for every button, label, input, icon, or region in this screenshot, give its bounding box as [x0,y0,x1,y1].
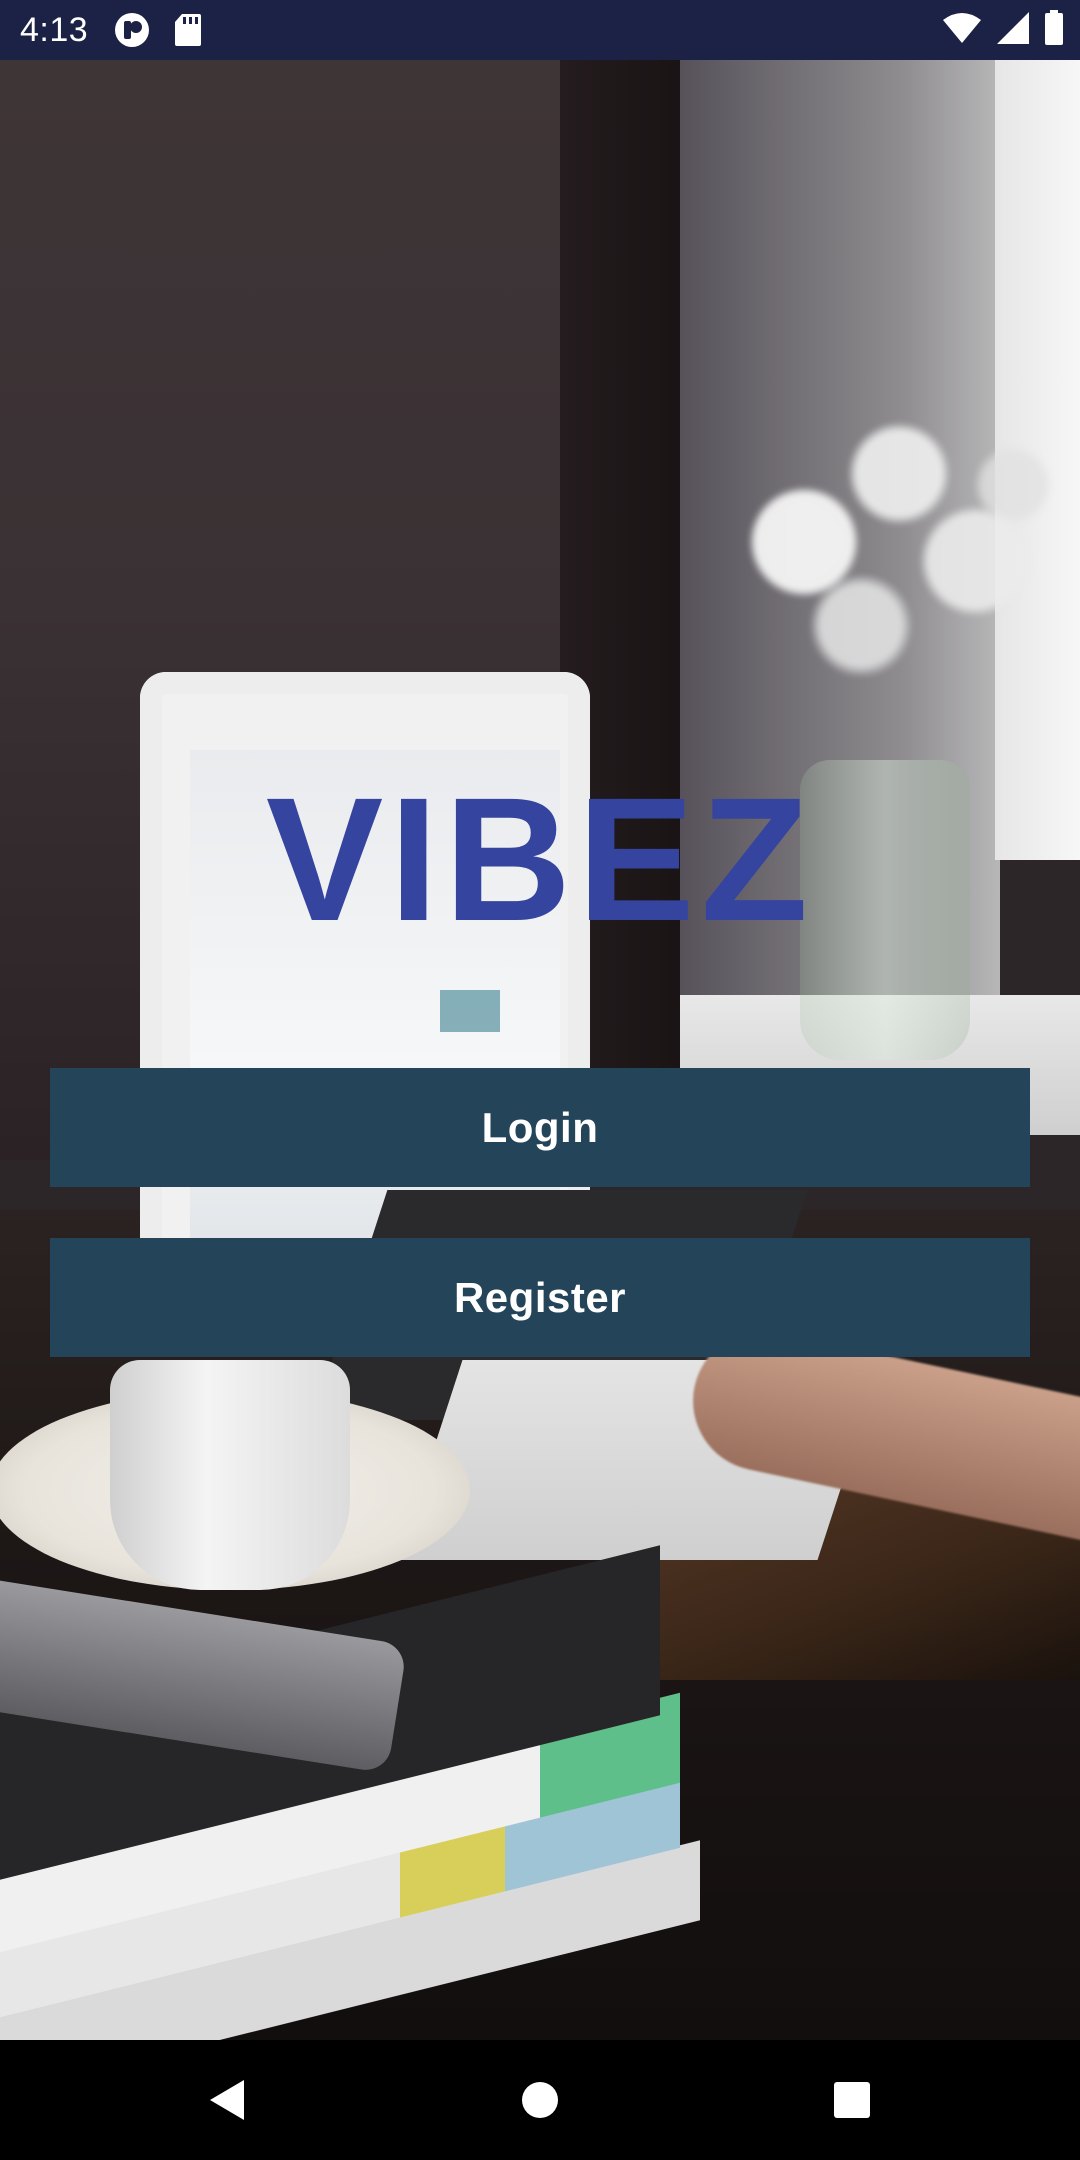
back-button[interactable] [196,2070,256,2130]
status-left-icons [114,12,202,53]
navigation-bar [0,2040,1080,2160]
sd-card-icon [174,13,202,52]
status-bar: 4:13 [0,0,1080,60]
notification-app-icon [114,12,150,53]
home-button[interactable] [510,2070,570,2130]
home-icon [522,2082,558,2118]
screen: 4:13 VIBEZ Login Register [0,0,1080,2160]
login-button[interactable]: Login [50,1068,1030,1187]
background-photo [0,60,1080,2040]
battery-icon [1044,10,1064,51]
status-time: 4:13 [20,11,89,49]
cellular-signal-icon [996,11,1030,50]
register-button[interactable]: Register [50,1238,1030,1357]
back-icon [210,2080,244,2120]
status-right-icons [942,10,1064,51]
recents-icon [834,2082,870,2118]
recents-button[interactable] [822,2070,882,2130]
wifi-icon [942,12,982,49]
app-logo: VIBEZ [265,762,815,958]
